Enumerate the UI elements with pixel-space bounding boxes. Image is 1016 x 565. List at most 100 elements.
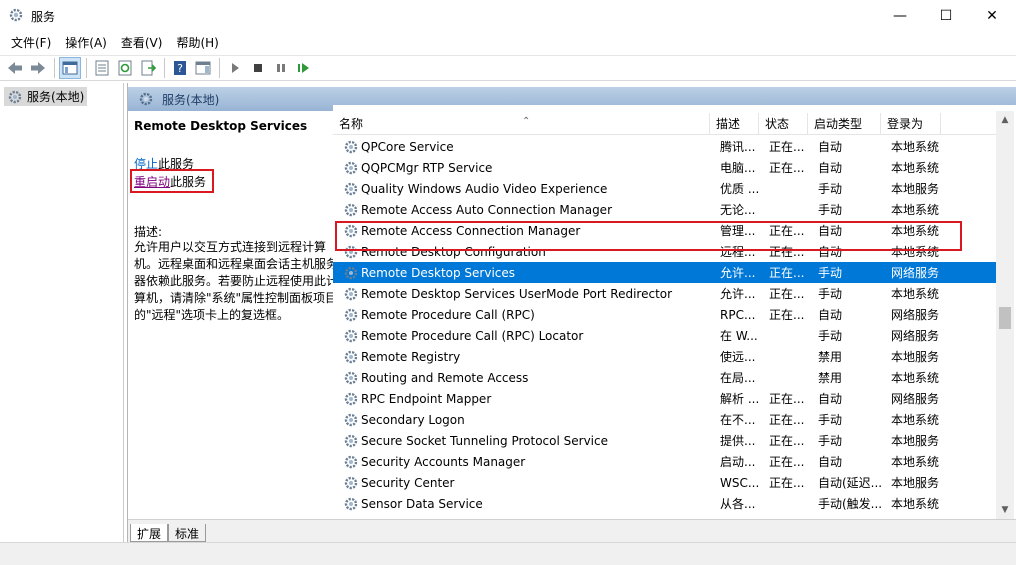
maximize-button[interactable]: ☐ [923,0,969,32]
service-row[interactable]: Secure Socket Tunneling Protocol Service… [333,430,1001,451]
service-row[interactable]: QPCore Service 腾讯... 正在... 自动 本地系统 [333,136,1001,157]
menu-file[interactable]: 文件(F) [4,32,58,54]
highlight-box-selected-service [335,221,962,251]
service-name-cell: Sensor Data Service [333,496,716,512]
stop-icon [254,64,262,72]
restart-service-button[interactable] [293,57,315,79]
stop-service-button[interactable] [247,57,269,79]
service-name-cell: Remote Access Auto Connection Manager [333,202,716,218]
service-row[interactable]: Remote Access Auto Connection Manager 无论.… [333,199,1001,220]
column-header-startup-type[interactable]: 启动类型 [808,113,881,135]
refresh-button[interactable] [114,57,136,79]
service-row[interactable]: Routing and Remote Access 在局... 禁用 本地系统 [333,367,1001,388]
menu-action[interactable]: 操作(A) [58,32,114,54]
close-button[interactable]: ✕ [969,0,1015,32]
service-gear-icon [344,287,358,300]
service-startup-type: 禁用 [818,371,843,385]
back-arrow-icon [8,62,22,74]
service-name-cell: Routing and Remote Access [333,370,716,386]
properties-icon [95,60,109,76]
scroll-down-arrow-icon[interactable]: ▼ [996,501,1014,519]
toolbar-separator [164,58,165,78]
service-row[interactable]: Remote Registry 使远... 禁用 本地服务 [333,346,1001,367]
forward-arrow-icon [31,62,45,74]
service-description: RPC... [720,307,756,322]
service-description: 启动... [720,455,756,469]
service-startup-type: 手动 [818,266,843,280]
service-startup-type: 手动 [818,287,843,301]
service-list: 名称 ⌃ 描述 状态 启动类型 登录为 QPCore Service 腾讯... 正… [333,105,1016,519]
service-description: 在不... [720,413,756,427]
service-name-cell: Secondary Logon [333,412,716,428]
vertical-scrollbar[interactable]: ▲ ▼ [996,111,1014,519]
service-name: Remote Procedure Call (RPC) [361,307,535,322]
service-gear-icon [344,266,358,279]
service-description: 在局... [720,371,756,385]
service-gear-icon [344,140,358,153]
service-startup-type: 手动 [818,434,843,448]
service-row[interactable]: RPC Endpoint Mapper 解析 ... 正在... 自动 网络服务 [333,388,1001,409]
service-logon-as: 本地系统 [891,140,940,154]
export-list-button[interactable] [137,57,159,79]
service-logon-as: 本地系统 [891,497,940,511]
list-header: 名称 ⌃ 描述 状态 启动类型 登录为 [333,113,1001,135]
tree-item-label: 服务(本地) [27,90,85,104]
service-status: 正在... [769,266,805,280]
scrollbar-thumb[interactable] [999,307,1011,329]
toolbar-separator [54,58,55,78]
service-status: 正在... [769,392,805,406]
services-gear-icon [8,90,22,103]
service-name-cell: Remote Registry [333,349,716,365]
service-gear-icon [344,455,358,468]
column-header-logon-as[interactable]: 登录为 [881,113,941,135]
tab-standard[interactable]: 标准 [168,524,207,542]
service-name: QQPCMgr RTP Service [361,160,493,175]
scroll-up-arrow-icon[interactable]: ▲ [996,111,1014,129]
service-startup-type: 自动 [818,392,843,406]
properties-button[interactable] [91,57,113,79]
service-row[interactable]: Remote Desktop Services 允许... 正在... 手动 网络服务 [333,262,1001,283]
start-service-button[interactable] [224,57,246,79]
service-row[interactable]: Remote Procedure Call (RPC) Locator 在 W..… [333,325,1001,346]
pause-service-button[interactable] [270,57,292,79]
service-status: 正在... [769,455,805,469]
service-logon-as: 本地服务 [891,350,940,364]
service-row[interactable]: Security Accounts Manager 启动... 正在... 自动 本地系… [333,451,1001,472]
service-row[interactable]: Secondary Logon 在不... 正在... 手动 本地系统 [333,409,1001,430]
minimize-button[interactable]: — [877,0,923,32]
service-row[interactable]: Quality Windows Audio Video Experience 优质… [333,178,1001,199]
forward-button[interactable] [27,57,49,79]
column-header-status[interactable]: 状态 [759,113,808,135]
action-pane-button[interactable] [192,57,214,79]
service-row[interactable]: QQPCMgr RTP Service 电脑... 正在... 自动 本地系统 [333,157,1001,178]
tree-item-services-local[interactable]: 服务(本地) [4,87,88,106]
service-logon-as: 本地系统 [891,371,940,385]
service-logon-as: 本地服务 [891,476,940,490]
service-logon-as: 网络服务 [891,392,940,406]
service-row[interactable]: Remote Procedure Call (RPC) RPC... 正在... 自动… [333,304,1001,325]
service-startup-type: 自动 [818,161,843,175]
menu-help[interactable]: 帮助(H) [169,32,225,54]
column-header-name[interactable]: 名称 ⌃ [333,113,710,135]
service-row[interactable]: Security Center WSC... 正在... 自动(延迟... 本地服务 [333,472,1001,493]
service-logon-as: 网络服务 [891,266,940,280]
help-icon: ? [174,61,186,75]
service-startup-type: 手动 [818,203,843,217]
toolbar: ? [0,55,1016,81]
service-row[interactable]: Sensor Data Service 从各... 手动(触发... 本地系统 [333,493,1001,514]
help-button[interactable]: ? [169,57,191,79]
column-header-description[interactable]: 描述 [710,113,759,135]
services-gear-icon [139,92,153,106]
service-name-cell: RPC Endpoint Mapper [333,391,716,407]
service-row[interactable]: Remote Desktop Services UserMode Port Re… [333,283,1001,304]
sort-ascending-icon: ⌃ [522,116,531,127]
service-gear-icon [344,203,358,216]
back-button[interactable] [4,57,26,79]
menu-view[interactable]: 查看(V) [114,32,170,54]
show-hide-console-tree-button[interactable] [59,57,81,79]
service-name-cell: QQPCMgr RTP Service [333,160,716,176]
service-startup-type: 自动 [818,140,843,154]
service-description: 电脑... [720,161,756,175]
tab-extended[interactable]: 扩展 [130,524,169,542]
service-logon-as: 本地系统 [891,455,940,469]
